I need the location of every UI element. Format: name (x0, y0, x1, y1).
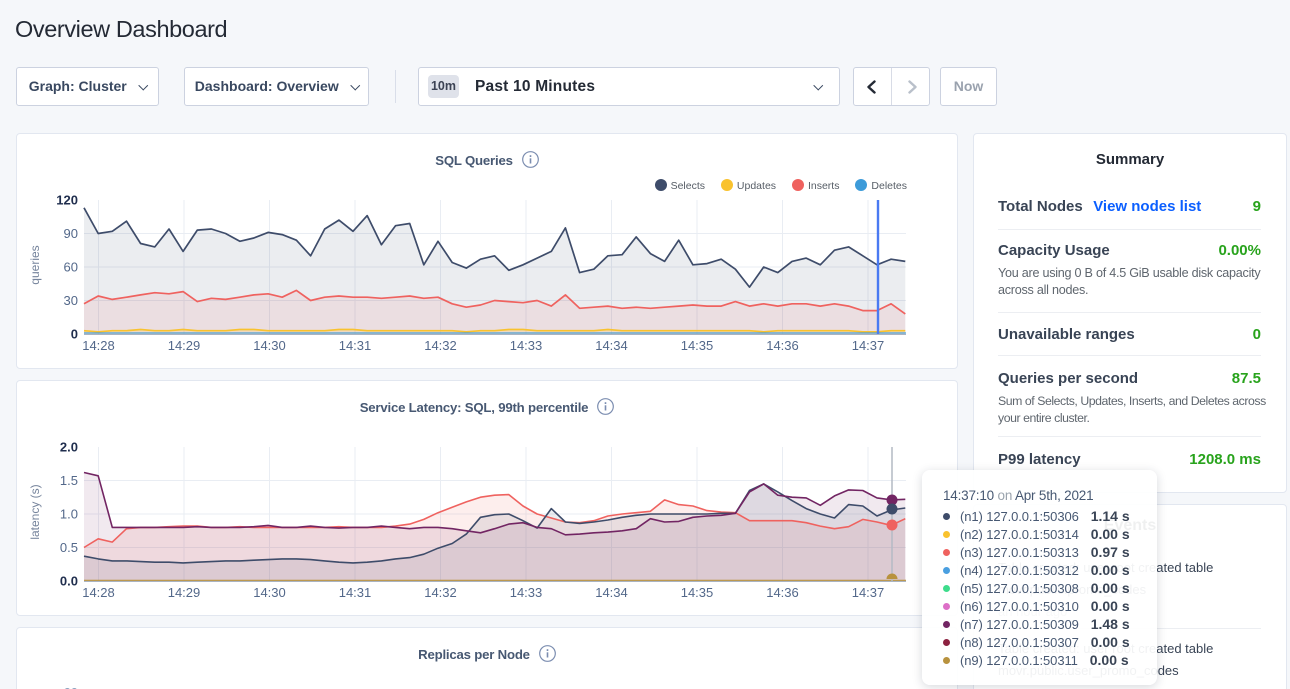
svg-text:14:30: 14:30 (253, 338, 286, 353)
svg-text:2.0: 2.0 (60, 440, 78, 455)
svg-text:90: 90 (64, 226, 78, 241)
svg-text:14:30: 14:30 (253, 585, 286, 600)
svg-text:14:28: 14:28 (82, 585, 115, 600)
svg-text:14:31: 14:31 (339, 585, 372, 600)
svg-text:14:31: 14:31 (339, 338, 372, 353)
svg-text:latency (s): latency (s) (28, 484, 42, 539)
svg-text:0.5: 0.5 (60, 540, 78, 555)
svg-text:120: 120 (56, 193, 78, 208)
svg-text:14:34: 14:34 (595, 338, 628, 353)
svg-text:0.0: 0.0 (60, 574, 78, 589)
svg-text:14:36: 14:36 (766, 338, 799, 353)
svg-text:60: 60 (64, 260, 78, 275)
svg-text:queries: queries (28, 245, 42, 284)
svg-text:14:37: 14:37 (852, 585, 885, 600)
svg-text:14:35: 14:35 (681, 338, 714, 353)
svg-text:14:37: 14:37 (852, 338, 885, 353)
svg-text:30: 30 (64, 293, 78, 308)
svg-text:1.5: 1.5 (60, 473, 78, 488)
svg-text:14:33: 14:33 (510, 585, 543, 600)
svg-text:14:33: 14:33 (510, 338, 543, 353)
svg-text:14:32: 14:32 (424, 338, 457, 353)
svg-text:14:34: 14:34 (595, 585, 628, 600)
svg-text:1.0: 1.0 (60, 507, 78, 522)
svg-text:60: 60 (64, 685, 78, 689)
svg-text:14:29: 14:29 (168, 338, 201, 353)
svg-text:14:32: 14:32 (424, 585, 457, 600)
svg-text:14:36: 14:36 (766, 585, 799, 600)
svg-text:14:28: 14:28 (82, 338, 115, 353)
svg-text:14:35: 14:35 (681, 585, 714, 600)
svg-text:0: 0 (71, 327, 78, 342)
svg-text:14:29: 14:29 (168, 585, 201, 600)
